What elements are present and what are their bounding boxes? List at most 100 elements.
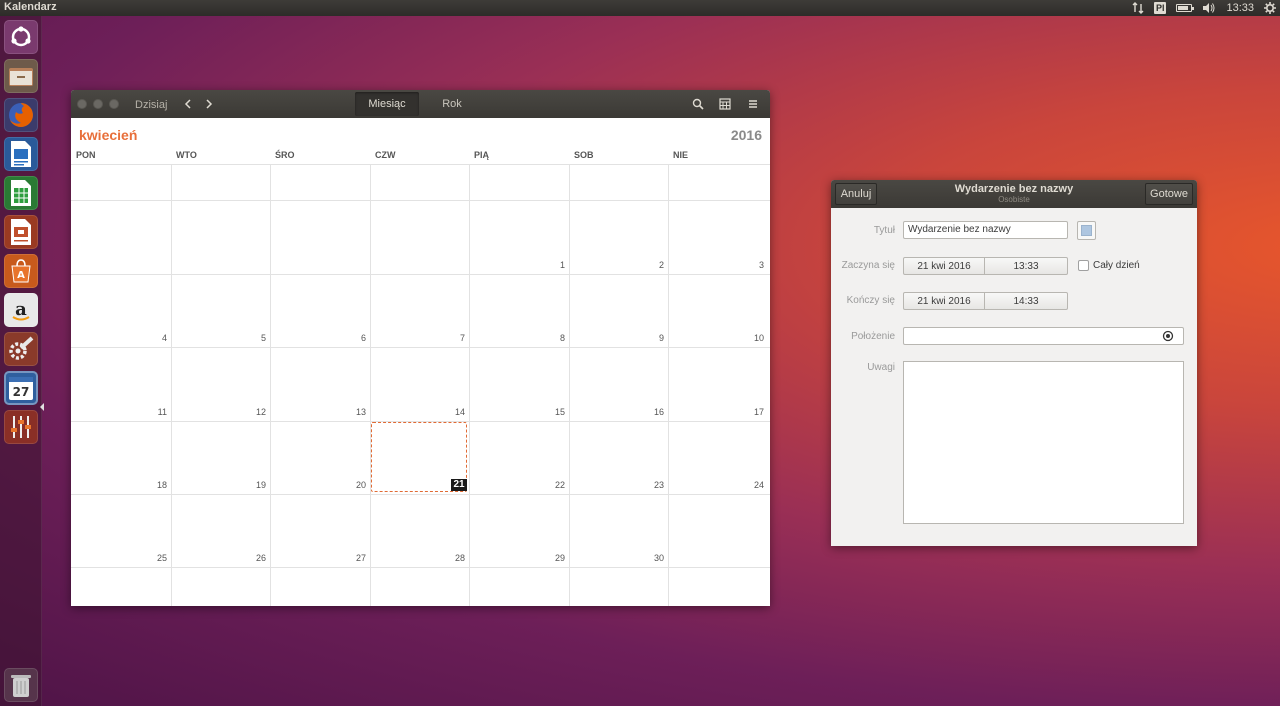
day-number[interactable]: 12 <box>236 407 266 417</box>
ends-label: Kończy się <box>846 295 895 306</box>
libreoffice-impress-icon[interactable] <box>4 215 38 249</box>
day-number[interactable]: 18 <box>137 480 167 490</box>
map-location-icon[interactable] <box>1162 330 1174 342</box>
weekday-label: SOB <box>574 150 594 160</box>
end-time-button[interactable]: 14:33 <box>985 292 1068 310</box>
clock[interactable]: 13:33 <box>1226 1 1254 15</box>
today-day-number[interactable]: 21 <box>451 479 467 491</box>
files-icon[interactable] <box>4 59 38 93</box>
day-number[interactable]: 1 <box>535 260 565 270</box>
day-number[interactable]: 23 <box>634 480 664 490</box>
libreoffice-calc-icon[interactable] <box>4 176 38 210</box>
weekday-label: PON <box>76 150 96 160</box>
day-number[interactable]: 2 <box>634 260 664 270</box>
all-day-label[interactable]: Cały dzień <box>1093 260 1140 271</box>
grid-row-divider <box>71 200 770 201</box>
top-panel: Kalendarz Pl 13:33 <box>0 0 1280 16</box>
tab-month[interactable]: Miesiąc <box>355 92 419 116</box>
weekday-label: WTO <box>176 150 197 160</box>
previous-month-button[interactable] <box>180 96 196 112</box>
indicator-area: Pl 13:33 <box>1132 0 1280 16</box>
day-number[interactable]: 28 <box>435 553 465 563</box>
next-month-button[interactable] <box>201 96 217 112</box>
system-settings-icon[interactable] <box>4 332 38 366</box>
start-date-button[interactable]: 21 kwi 2016 <box>903 257 985 275</box>
chevron-left-icon <box>184 99 191 109</box>
day-number[interactable]: 20 <box>336 480 366 490</box>
app-menu-title[interactable]: Kalendarz <box>4 1 57 13</box>
notes-textarea[interactable] <box>903 361 1184 524</box>
weekday-label: PIĄ <box>474 150 490 160</box>
day-number[interactable]: 17 <box>734 407 764 417</box>
trash-icon[interactable] <box>4 668 38 702</box>
hamburger-menu-icon[interactable] <box>746 97 760 111</box>
day-number[interactable]: 3 <box>734 260 764 270</box>
launcher: A a 27 <box>0 16 44 706</box>
firefox-icon[interactable] <box>4 98 38 132</box>
starts-label: Zaczyna się <box>841 260 895 271</box>
color-swatch <box>1081 225 1092 236</box>
calendar-app-icon[interactable]: 27 <box>4 371 38 405</box>
system-equalizer-icon[interactable] <box>4 410 38 444</box>
grid-column-divider <box>569 164 570 606</box>
grid-column-divider <box>469 164 470 606</box>
done-button[interactable]: Gotowe <box>1145 183 1193 205</box>
day-number[interactable]: 10 <box>734 333 764 343</box>
calendar-window: Dzisiaj Miesiąc Rok kwiecień 2016 PON WTO… <box>71 90 770 606</box>
event-editor-dialog: Anuluj Wydarzenie bez nazwy Osobiste Got… <box>831 180 1197 546</box>
day-number[interactable]: 11 <box>137 407 167 417</box>
start-time-button[interactable]: 13:33 <box>985 257 1068 275</box>
dialog-header-bar: Anuluj Wydarzenie bez nazwy Osobiste Got… <box>831 180 1197 208</box>
year-label: 2016 <box>730 127 762 143</box>
day-number[interactable]: 4 <box>137 333 167 343</box>
today-button[interactable]: Dzisiaj <box>135 99 167 111</box>
dialog-subtitle: Osobiste <box>998 195 1030 204</box>
day-number[interactable]: 29 <box>535 553 565 563</box>
dialog-title: Wydarzenie bez nazwy <box>954 183 1074 195</box>
location-field[interactable] <box>903 327 1184 345</box>
all-day-checkbox[interactable] <box>1078 260 1089 271</box>
weekday-label: ŚRO <box>275 150 295 160</box>
day-number[interactable]: 6 <box>336 333 366 343</box>
day-number[interactable]: 8 <box>535 333 565 343</box>
day-number[interactable]: 9 <box>634 333 664 343</box>
maximize-window-button[interactable] <box>109 99 119 109</box>
libreoffice-writer-icon[interactable] <box>4 137 38 171</box>
weekday-label: NIE <box>673 150 689 160</box>
grid-column-divider <box>270 164 271 606</box>
volume-icon[interactable] <box>1202 1 1216 15</box>
active-app-arrow <box>40 403 44 411</box>
calendar-management-icon[interactable] <box>718 97 732 111</box>
day-number[interactable]: 13 <box>336 407 366 417</box>
day-number[interactable]: 15 <box>535 407 565 417</box>
dash-home-icon[interactable] <box>4 20 38 54</box>
day-number[interactable]: 27 <box>336 553 366 563</box>
day-number[interactable]: 16 <box>634 407 664 417</box>
keyboard-layout-indicator[interactable]: Pl <box>1153 2 1167 14</box>
search-icon[interactable] <box>691 97 705 111</box>
grid-row-divider <box>71 274 770 275</box>
tab-year[interactable]: Rok <box>420 92 484 116</box>
battery-icon[interactable] <box>1176 1 1195 15</box>
close-window-button[interactable] <box>77 99 87 109</box>
day-number[interactable]: 19 <box>236 480 266 490</box>
day-number[interactable]: 26 <box>236 553 266 563</box>
amazon-icon[interactable]: a <box>4 293 38 327</box>
day-number[interactable]: 7 <box>435 333 465 343</box>
day-number[interactable]: 24 <box>734 480 764 490</box>
calendar-app-icon-label: 27 <box>13 385 30 399</box>
network-icon[interactable] <box>1132 1 1144 15</box>
minimize-window-button[interactable] <box>93 99 103 109</box>
day-number[interactable]: 25 <box>137 553 167 563</box>
day-number[interactable]: 22 <box>535 480 565 490</box>
ubuntu-software-icon[interactable]: A <box>4 254 38 288</box>
day-number[interactable]: 30 <box>634 553 664 563</box>
grid-row-divider <box>71 494 770 495</box>
title-field[interactable]: Wydarzenie bez nazwy <box>903 221 1068 239</box>
day-number[interactable]: 5 <box>236 333 266 343</box>
day-number[interactable]: 14 <box>435 407 465 417</box>
grid-row-divider <box>71 164 770 165</box>
end-date-button[interactable]: 21 kwi 2016 <box>903 292 985 310</box>
calendar-color-button[interactable] <box>1077 221 1096 240</box>
gear-icon[interactable] <box>1264 1 1276 15</box>
